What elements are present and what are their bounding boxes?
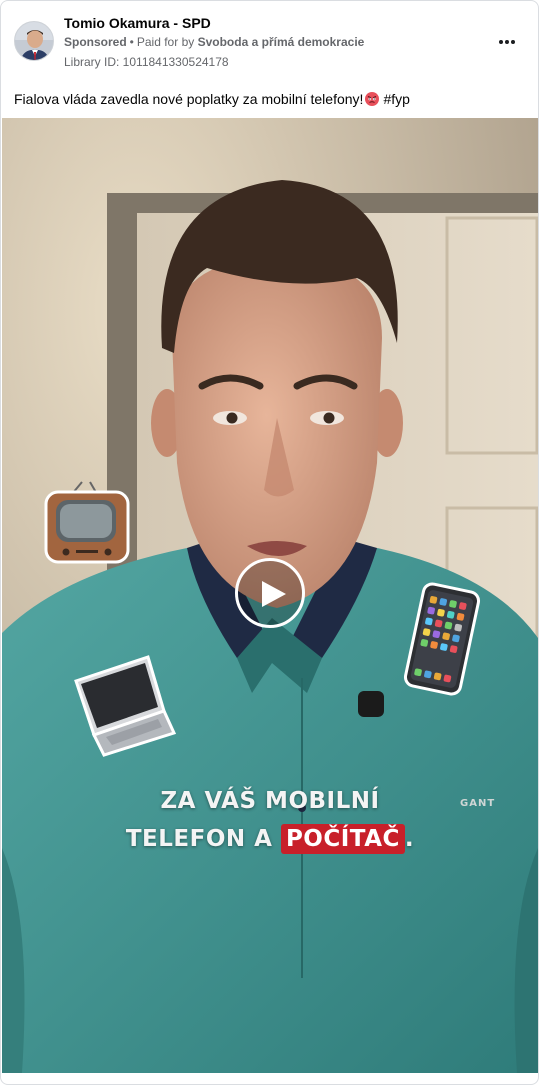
more-options-icon [499,40,515,44]
overlay-line-2-suffix: . [404,826,415,852]
library-id: Library ID: 1011841330524178 [64,55,229,69]
television-icon [44,481,130,564]
caption-hashtag[interactable]: #fyp [383,91,409,107]
paid-for-prefix: Paid for by [136,35,195,49]
paid-for-by-link[interactable]: Svoboda a přímá demokracie [198,35,365,49]
sponsored-label: Sponsored [64,35,127,49]
video-overlay-line-2: TELEFON A POČÍTAČ. [2,824,538,854]
overlay-line-2-prefix: TELEFON A [125,826,273,852]
post-caption: Fialova vláda zavedla nové poplatky za m… [14,91,410,107]
play-icon [262,581,286,607]
video-player[interactable]: ZA VÁŠ MOBILNÍ TELEFON A POČÍTAČ. GANT [2,118,538,1073]
post-header: Tomio Okamura - SPD Sponsored • Paid for b… [1,1,538,83]
play-button[interactable] [235,558,305,628]
separator-dot: • [129,35,134,49]
mobile-phone-icon [403,582,481,696]
angry-face-icon [365,92,380,106]
ad-card: Tomio Okamura - SPD Sponsored • Paid for b… [0,0,539,1085]
video-overlay-line-1: ZA VÁŠ MOBILNÍ [160,788,380,814]
more-options-button[interactable] [493,29,521,55]
laptop-icon [74,655,177,757]
page-avatar[interactable] [14,21,54,61]
sponsored-line: Sponsored • Paid for by Svoboda a přímá de… [64,35,364,49]
shirt-brand-logo: GANT [460,798,496,809]
page-name[interactable]: Tomio Okamura - SPD [64,15,211,31]
caption-text: Fialova vláda zavedla nové poplatky za m… [14,91,364,107]
overlay-highlight-word: POČÍTAČ [280,824,405,854]
